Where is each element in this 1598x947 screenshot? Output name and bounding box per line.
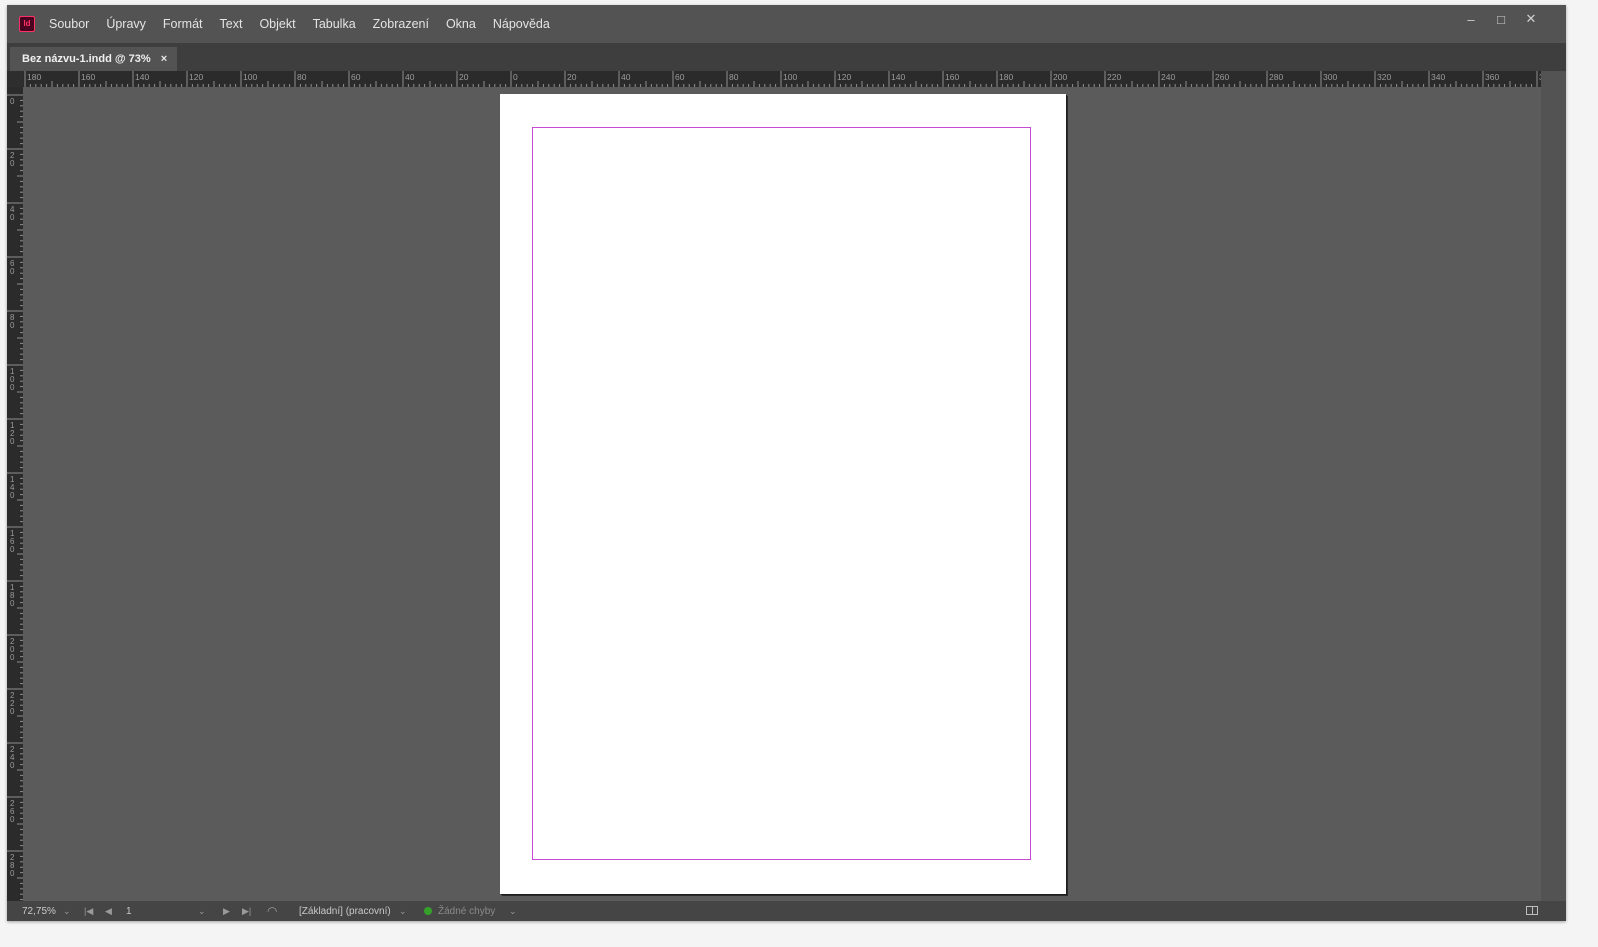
ruler-v-label: 0 [10,707,15,716]
ruler-v-label: 0 [10,869,15,878]
menu-tabulka[interactable]: Tabulka [313,17,356,31]
first-page-icon[interactable]: |◀ [84,901,93,921]
ruler-v-label: 0 [10,383,15,392]
menu-zobrazeni[interactable]: Zobrazení [373,17,429,31]
minimize-icon[interactable]: – [1456,8,1486,30]
menu-soubor[interactable]: Soubor [49,17,89,31]
horizontal-ruler[interactable]: 180 160 140 120 100 80 60 40 20 0 20 40 60 80 100 120 14… [23,71,1541,87]
document-tab[interactable]: Bez názvu-1.indd @ 73% × [10,47,177,71]
previous-page-icon[interactable]: ◀ [105,901,112,921]
ruler-v-label: 0 [10,653,15,662]
ruler-h-label: 80 [297,72,307,82]
ruler-h-label: 40 [405,72,415,82]
vertical-ruler[interactable]: 020406080100120140160180200220240260280 [7,87,23,901]
zoom-dropdown-icon[interactable]: ⌄ [63,901,71,921]
menu-text[interactable]: Text [220,17,243,31]
last-page-icon[interactable]: ▶| [242,901,251,921]
ruler-h-label: 260 [1215,72,1229,82]
status-bar: 72,75% ⌄ |◀ ◀ 1 ⌄ ▶ ▶| ◠ [Základní] (pra… [7,901,1566,921]
ruler-h-label: 100 [783,72,797,82]
menu-upravy[interactable]: Úpravy [106,17,146,31]
next-page-icon[interactable]: ▶ [223,901,230,921]
menu-objekt[interactable]: Objekt [259,17,295,31]
window-controls: – □ ✕ [1456,8,1546,30]
ruler-h-label: 80 [729,72,739,82]
master-page-label[interactable]: [Základní] (pracovní) [299,901,391,921]
ruler-v-label: 0 [10,815,15,824]
ruler-h-label: 180 [27,72,41,82]
preflight-status-text[interactable]: Žádné chyby [438,901,495,921]
ruler-h-label: 300 [1323,72,1337,82]
ruler-h-label: 120 [189,72,203,82]
indesign-logo-icon: Id [19,16,35,32]
ruler-v-label: 0 [10,545,15,554]
close-icon[interactable]: ✕ [1516,8,1546,30]
ruler-v-label: 0 [10,321,15,330]
margin-guide [532,127,1031,860]
indesign-window: Id Soubor Úpravy Formát Text Objekt Tabu… [7,5,1566,921]
ruler-h-label: 20 [459,72,469,82]
ruler-h-label: 120 [837,72,851,82]
ruler-h-label: 160 [81,72,95,82]
ruler-h-label: 280 [1269,72,1283,82]
ruler-v-label: 0 [10,599,15,608]
ruler-h-label: 320 [1377,72,1391,82]
ruler-h-label: 0 [513,72,518,82]
zoom-level[interactable]: 72,75% [22,901,56,921]
ruler-h-label: 40 [621,72,631,82]
split-window-icon[interactable] [1526,906,1538,915]
menu-napoveda[interactable]: Nápověda [493,17,550,31]
ruler-v-label: 0 [10,159,15,168]
page-number-field[interactable]: 1 [126,901,132,921]
ruler-origin[interactable] [7,71,23,87]
master-dropdown-icon[interactable]: ⌄ [399,901,407,921]
ruler-h-label: 180 [999,72,1013,82]
ruler-h-label: 360 [1485,72,1499,82]
ruler-v-label: 0 [10,213,15,222]
maximize-icon[interactable]: □ [1486,8,1516,30]
ruler-h-label: 200 [1053,72,1067,82]
ruler-h-label: 160 [945,72,959,82]
ruler-h-label: 220 [1107,72,1121,82]
vertical-scrollbar[interactable] [1541,71,1566,901]
menu-okna[interactable]: Okna [446,17,476,31]
ruler-h-label: 100 [243,72,257,82]
ruler-v-label: 0 [10,437,15,446]
ruler-v-label: 0 [10,761,15,770]
ruler-v-label: 0 [10,97,15,106]
ruler-h-label: 140 [891,72,905,82]
ruler-h-label: 20 [567,72,577,82]
menu-format[interactable]: Formát [163,17,203,31]
page-dropdown-icon[interactable]: ⌄ [198,901,206,921]
ruler-h-label: 60 [675,72,685,82]
ruler-v-label: 0 [10,491,15,500]
ruler-h-label: 60 [351,72,361,82]
document-page[interactable] [500,94,1066,894]
preflight-status-icon [424,901,432,921]
preflight-dropdown-icon[interactable]: ⌄ [509,901,517,921]
pasteboard[interactable] [23,87,1541,901]
tab-close-icon[interactable]: × [161,53,167,65]
ruler-h-label: 140 [135,72,149,82]
menu-bar: Id Soubor Úpravy Formát Text Objekt Tabu… [7,5,1566,43]
ruler-h-label: 340 [1431,72,1445,82]
page-options-icon[interactable]: ◠ [267,901,277,921]
document-tab-bar: Bez názvu-1.indd @ 73% × [7,43,1566,71]
ruler-h-label: 240 [1161,72,1175,82]
document-tab-title: Bez názvu-1.indd @ 73% [22,53,151,65]
ruler-v-label: 0 [10,267,15,276]
